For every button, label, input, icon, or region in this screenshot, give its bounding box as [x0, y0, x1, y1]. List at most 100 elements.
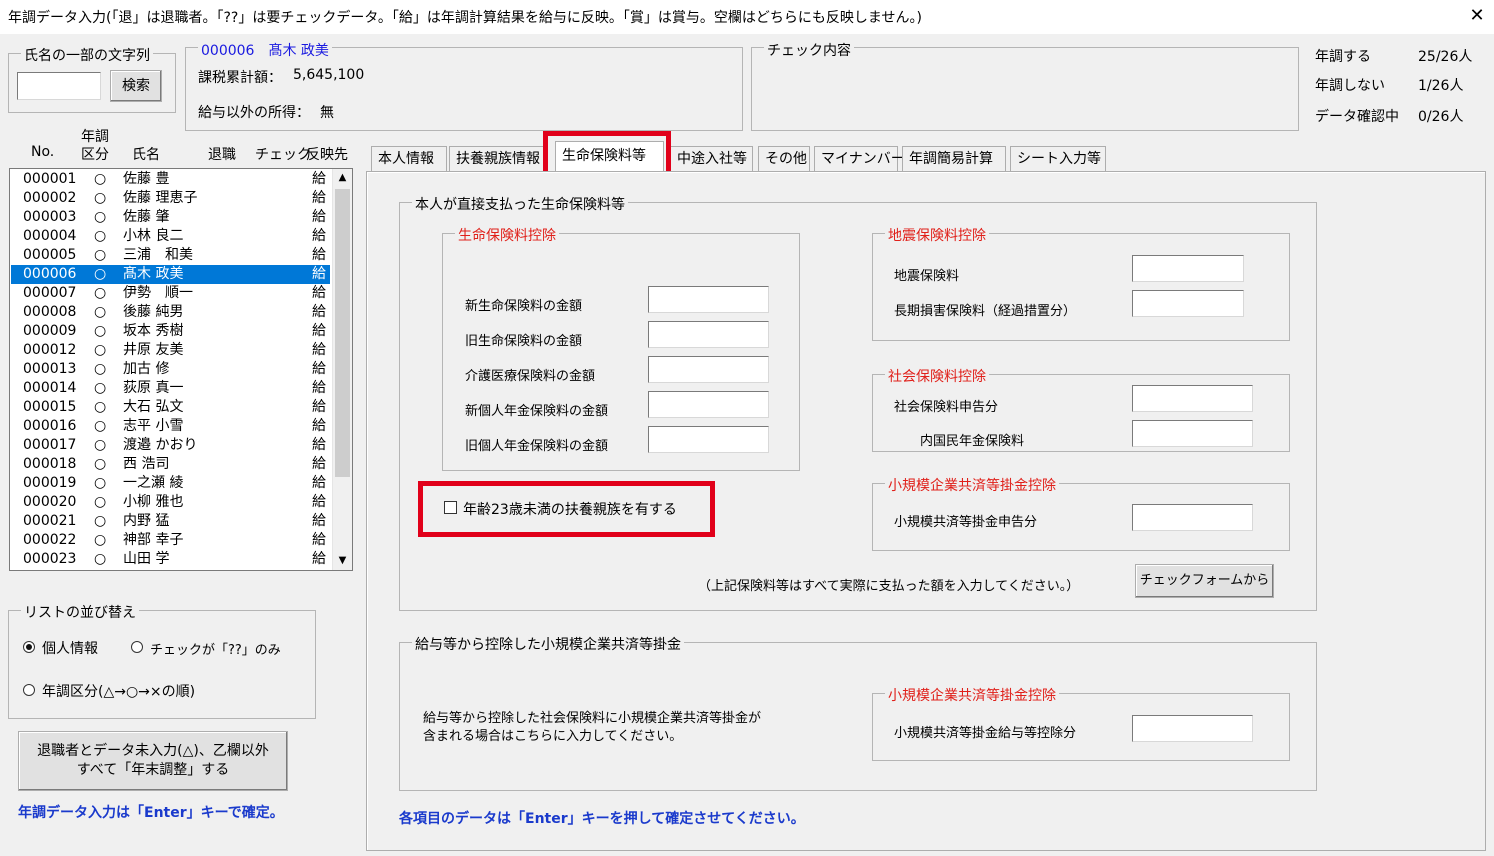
list-item-kubun: ○ — [94, 247, 107, 263]
list-item[interactable]: 000003 ○ 佐藤 肇 給 — [11, 208, 330, 227]
list-item[interactable]: 000014 ○ 荻原 真一 給 — [11, 379, 330, 398]
list-item-name: 後藤 純男 — [123, 304, 184, 320]
tab-midyear[interactable]: 中途入社等 — [670, 146, 753, 171]
list-item[interactable]: 000006 ○ 髙木 政美 給 — [11, 265, 330, 284]
small-biz-salary-input[interactable] — [1132, 715, 1253, 742]
social-declared-input[interactable] — [1132, 385, 1253, 412]
list-item-name: 神部 幸子 — [123, 532, 184, 548]
list-item-no: 000022 — [23, 532, 77, 548]
new-pension-input[interactable] — [648, 391, 769, 418]
list-item[interactable]: 000009 ○ 坂本 秀樹 給 — [11, 322, 330, 341]
list-item[interactable]: 000012 ○ 井原 友美 給 — [11, 341, 330, 360]
scroll-thumb[interactable] — [335, 189, 350, 477]
small-biz-declared-input[interactable] — [1132, 504, 1253, 531]
list-item[interactable]: 000013 ○ 加古 修 給 — [11, 360, 330, 379]
list-item-kubun: ○ — [94, 209, 107, 225]
list-item[interactable]: 000018 ○ 西 浩司 給 — [11, 455, 330, 474]
sort-radio-kubun[interactable] — [23, 684, 35, 696]
long-term-input[interactable] — [1132, 290, 1244, 317]
list-item-kubun: ○ — [94, 399, 107, 415]
list-item-no: 000001 — [23, 171, 77, 187]
list-item-reflect: 給 — [312, 266, 326, 282]
list-item-name: 井原 友美 — [123, 342, 184, 358]
list-item-kubun: ○ — [94, 418, 107, 434]
social-insurance-label: 社会保険料控除 — [885, 366, 989, 386]
list-item[interactable]: 000016 ○ 志平 小雪 給 — [11, 417, 330, 436]
list-item[interactable]: 000002 ○ 佐藤 理恵子 給 — [11, 189, 330, 208]
new-life-input[interactable] — [648, 286, 769, 313]
list-item-name: 西 浩司 — [123, 456, 170, 472]
tab-dependents[interactable]: 扶養親族情報 — [449, 146, 547, 171]
list-item-name: 一之瀬 綾 — [123, 475, 184, 491]
list-item-name: 伊勢 順一 — [123, 285, 193, 301]
national-pension-input[interactable] — [1132, 420, 1253, 447]
list-scrollbar[interactable]: ▲ ▼ — [332, 169, 352, 570]
bulk-nencho-button[interactable]: 退職者とデータ未入力(△)、乙欄以外 すべて「年末調整」する — [18, 731, 288, 791]
list-item[interactable]: 000008 ○ 後藤 純男 給 — [11, 303, 330, 322]
list-item-no: 000003 — [23, 209, 77, 225]
list-item-reflect: 給 — [312, 285, 326, 301]
list-item-name: 坂本 秀樹 — [123, 323, 184, 339]
tab-other[interactable]: その他 — [758, 146, 810, 171]
list-item-no: 000015 — [23, 399, 77, 415]
list-item[interactable]: 000020 ○ 小柳 雅也 給 — [11, 493, 330, 512]
close-icon[interactable]: ✕ — [1466, 3, 1488, 29]
other-income-label: 給与以外の所得： — [198, 105, 310, 121]
list-item[interactable]: 000023 ○ 山田 学 給 — [11, 550, 330, 569]
list-item-kubun: ○ — [94, 171, 107, 187]
search-group-label: 氏名の一部の文字列 — [21, 45, 153, 65]
sort-radio-personal[interactable] — [23, 641, 35, 653]
list-item-kubun: ○ — [94, 475, 107, 491]
list-item-name: 加古 修 — [123, 361, 170, 377]
sort-option-personal[interactable]: 個人情報 — [42, 638, 98, 658]
list-item[interactable]: 000001 ○ 佐藤 豊 給 — [11, 170, 330, 189]
search-input[interactable] — [17, 72, 101, 100]
list-item[interactable]: 000005 ○ 三浦 和美 給 — [11, 246, 330, 265]
old-life-input[interactable] — [648, 321, 769, 348]
check-form-button[interactable]: チェックフォームから — [1135, 564, 1274, 598]
sort-option-check[interactable]: チェックが「??」のみ — [150, 639, 281, 658]
left-note: 年調データ入力は「Enter」キーで確定。 — [18, 805, 284, 821]
scroll-up-icon[interactable]: ▲ — [333, 169, 352, 187]
employee-code-name: 000006 髙木 政美 — [198, 40, 332, 60]
list-item-no: 000013 — [23, 361, 77, 377]
old-pension-input[interactable] — [648, 426, 769, 453]
bulk-button-line2: すべて「年末調整」する — [76, 762, 230, 778]
list-item-reflect: 給 — [312, 418, 326, 434]
tab-mynumber[interactable]: マイナンバー — [814, 146, 905, 171]
list-item[interactable]: 000019 ○ 一之瀬 綾 給 — [11, 474, 330, 493]
list-item-name: 荻原 真一 — [123, 380, 184, 396]
earthquake-label: 地震保険料控除 — [885, 225, 989, 245]
tab-simple-calc[interactable]: 年調簡易計算 — [902, 146, 1006, 171]
list-item[interactable]: 000022 ○ 神部 幸子 給 — [11, 531, 330, 550]
list-item-no: 000008 — [23, 304, 77, 320]
tab-sheet-input[interactable]: シート入力等 — [1010, 146, 1106, 171]
sort-radio-check[interactable] — [131, 641, 143, 653]
new-pension-label: 新個人年金保険料の金額 — [465, 404, 609, 419]
list-item-kubun: ○ — [94, 380, 107, 396]
earthquake-premium-input[interactable] — [1132, 255, 1244, 282]
stat-label-do: 年調する — [1315, 49, 1371, 65]
sort-group-label: リストの並び替え — [21, 602, 139, 622]
list-item[interactable]: 000004 ○ 小林 良二 給 — [11, 227, 330, 246]
list-header-reflect: 反映先 — [306, 147, 348, 163]
list-item-reflect: 給 — [312, 361, 326, 377]
list-item[interactable]: 000017 ○ 渡邉 かおり 給 — [11, 436, 330, 455]
list-item[interactable]: 000007 ○ 伊勢 順一 給 — [11, 284, 330, 303]
list-item-kubun: ○ — [94, 342, 107, 358]
under23-checkbox-label[interactable]: 年齢23歳未満の扶養親族を有する — [463, 499, 677, 519]
search-button[interactable]: 検索 — [110, 70, 162, 102]
scroll-down-icon[interactable]: ▼ — [333, 552, 352, 570]
list-item-reflect: 給 — [312, 532, 326, 548]
list-item-reflect: 給 — [312, 304, 326, 320]
sort-option-kubun[interactable]: 年調区分(△→○→×の順) — [42, 681, 195, 701]
medical-care-input[interactable] — [648, 356, 769, 383]
social-declared-label: 社会保険料申告分 — [894, 400, 999, 415]
list-item-kubun: ○ — [94, 456, 107, 472]
list-item[interactable]: 000021 ○ 内野 猛 給 — [11, 512, 330, 531]
list-item[interactable]: 000015 ○ 大石 弘文 給 — [11, 398, 330, 417]
tab-personal[interactable]: 本人情報 — [371, 146, 447, 171]
under23-checkbox[interactable] — [444, 501, 457, 514]
employee-list[interactable]: 000001 ○ 佐藤 豊給 000002 ○ 佐藤 理恵子給 000003 ○ 佐藤 肇給 00… — [9, 168, 353, 571]
list-item-no: 000006 — [23, 266, 77, 282]
